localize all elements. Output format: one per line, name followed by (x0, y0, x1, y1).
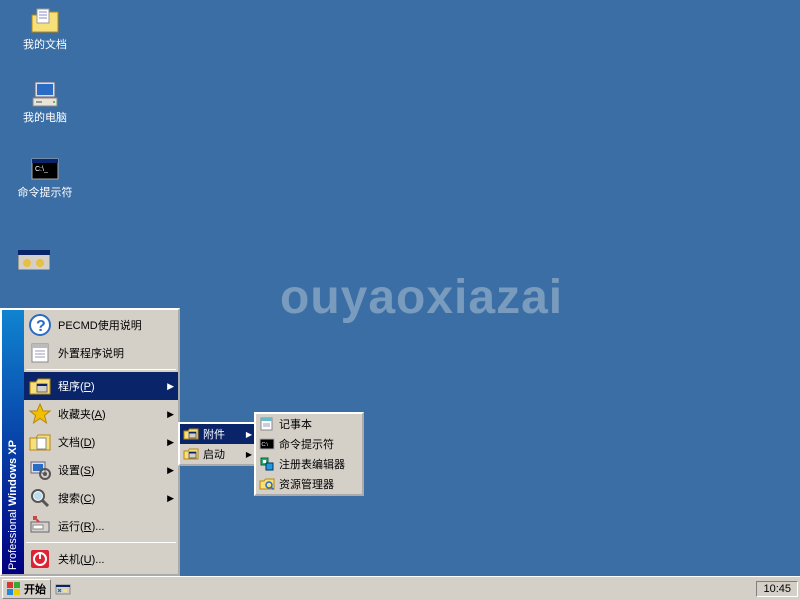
start-item-shutdown[interactable]: 关机(U)... (24, 545, 178, 573)
menu-label: 运行(R)... (58, 518, 104, 534)
menu-label: 记事本 (279, 416, 312, 432)
run-icon (28, 514, 52, 538)
svg-text:C:\: C:\ (262, 442, 269, 448)
submenu-item-regedit[interactable]: 注册表编辑器 (256, 454, 362, 474)
start-button[interactable]: 开始 (2, 579, 51, 599)
desktop-icon-documents[interactable]: 我的文档 (10, 5, 80, 52)
submenu-arrow-icon: ▶ (246, 430, 252, 439)
accessories-submenu: 记事本 C:\ 命令提示符 注册表编辑器 资源管理器 (254, 412, 364, 496)
menu-label: PECMD使用说明 (58, 317, 142, 333)
submenu-arrow-icon: ▶ (167, 437, 174, 448)
search-icon (28, 486, 52, 510)
desktop-icon-cmd[interactable]: C:\_ 命令提示符 (10, 153, 80, 200)
submenu-arrow-icon: ▶ (167, 381, 174, 392)
submenu-arrow-icon: ▶ (167, 409, 174, 420)
start-item-settings[interactable]: 设置(S) ▶ (24, 456, 178, 484)
submenu-arrow-icon: ▶ (167, 493, 174, 504)
submenu-item-startup[interactable]: 启动 ▶ (180, 444, 254, 464)
programs-submenu: 附件 ▶ 启动 ▶ (178, 422, 256, 466)
desktop-icon-computer[interactable]: 我的电脑 (10, 78, 80, 125)
submenu-item-accessories[interactable]: 附件 ▶ (180, 424, 254, 444)
submenu-arrow-icon: ▶ (167, 465, 174, 476)
taskbar: 开始 10:45 (0, 576, 800, 600)
menu-label: 注册表编辑器 (279, 456, 345, 472)
submenu-item-cmd[interactable]: C:\ 命令提示符 (256, 434, 362, 454)
menu-label: 程序(P) (58, 378, 95, 394)
desktop-icon-label: 我的文档 (23, 39, 67, 52)
notepad-icon (28, 341, 52, 365)
menu-separator (26, 542, 176, 543)
start-item-favorites[interactable]: 收藏夹(A) ▶ (24, 400, 178, 428)
submenu-item-explorer[interactable]: 资源管理器 (256, 474, 362, 494)
notepad-icon (259, 416, 275, 432)
start-item-pecmd-help[interactable]: ? PECMD使用说明 (24, 311, 178, 339)
menu-label: 设置(S) (58, 462, 95, 478)
start-item-programs[interactable]: 程序(P) ▶ (24, 372, 178, 400)
tray-clock[interactable]: 10:45 (756, 581, 798, 597)
menu-label: 关机(U)... (58, 551, 104, 567)
settings-icon (28, 458, 52, 482)
folder-documents-icon (29, 5, 61, 37)
menu-label: 资源管理器 (279, 476, 334, 492)
shutdown-icon (28, 547, 52, 571)
svg-text:C:\_: C:\_ (35, 166, 48, 173)
menu-label: 命令提示符 (279, 436, 334, 452)
start-menu-banner: ProfessionalWindows XP (2, 310, 24, 574)
cmd-icon: C:\ (259, 436, 275, 452)
start-item-search[interactable]: 搜索(C) ▶ (24, 484, 178, 512)
programs-folder-icon (28, 374, 52, 398)
documents-folder-icon (28, 430, 52, 454)
start-item-run[interactable]: 运行(R)... (24, 512, 178, 540)
menu-label: 启动 (203, 446, 225, 462)
menu-label: 附件 (203, 426, 225, 442)
submenu-arrow-icon: ▶ (246, 450, 252, 459)
quicklaunch-desktop-icon[interactable] (55, 581, 71, 597)
start-menu: ProfessionalWindows XP ? PECMD使用说明 外置程序说… (0, 308, 180, 576)
programs-folder-icon (183, 446, 199, 462)
menu-separator (26, 369, 176, 370)
start-item-documents[interactable]: 文档(D) ▶ (24, 428, 178, 456)
desktop-icon-label: 我的电脑 (23, 112, 67, 125)
regedit-icon (259, 456, 275, 472)
menu-label: 搜索(C) (58, 490, 95, 506)
help-icon: ? (28, 313, 52, 337)
start-label: 开始 (24, 581, 46, 597)
programs-folder-icon (183, 426, 199, 442)
cmd-icon: C:\_ (29, 153, 61, 185)
submenu-item-notepad[interactable]: 记事本 (256, 414, 362, 434)
menu-label: 外置程序说明 (58, 345, 124, 361)
menu-label: 收藏夹(A) (58, 406, 106, 422)
windows-logo-icon (7, 582, 21, 596)
desktop-icon-label: 命令提示符 (18, 187, 73, 200)
menu-label: 文档(D) (58, 434, 95, 450)
start-item-external-help[interactable]: 外置程序说明 (24, 339, 178, 367)
explorer-icon (259, 476, 275, 492)
window-icon (18, 250, 50, 270)
favorites-icon (28, 402, 52, 426)
svg-text:?: ? (36, 318, 46, 335)
computer-icon (29, 78, 61, 110)
